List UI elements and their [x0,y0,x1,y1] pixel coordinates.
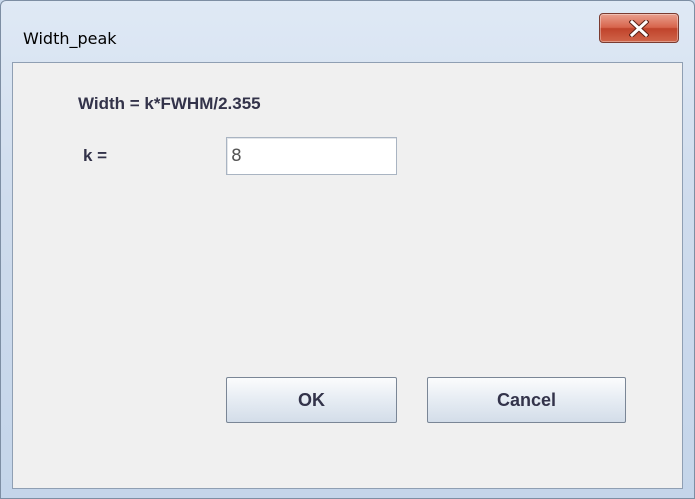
formula-label: Width = k*FWHM/2.355 [78,94,261,113]
cancel-button[interactable]: Cancel [427,377,626,423]
dialog-content: Width = k*FWHM/2.355 k = OK Cancel [12,62,683,489]
k-input[interactable] [226,137,397,175]
title-bar[interactable]: Width_peak [1,1,694,61]
window-title: Width_peak [23,29,117,48]
k-label: k = [83,146,108,165]
dialog-window: Width_peak Width = k*FWHM/2.355 k = OK C… [0,0,695,499]
close-button[interactable] [599,13,679,43]
ok-button[interactable]: OK [226,377,397,423]
close-icon [629,20,649,37]
